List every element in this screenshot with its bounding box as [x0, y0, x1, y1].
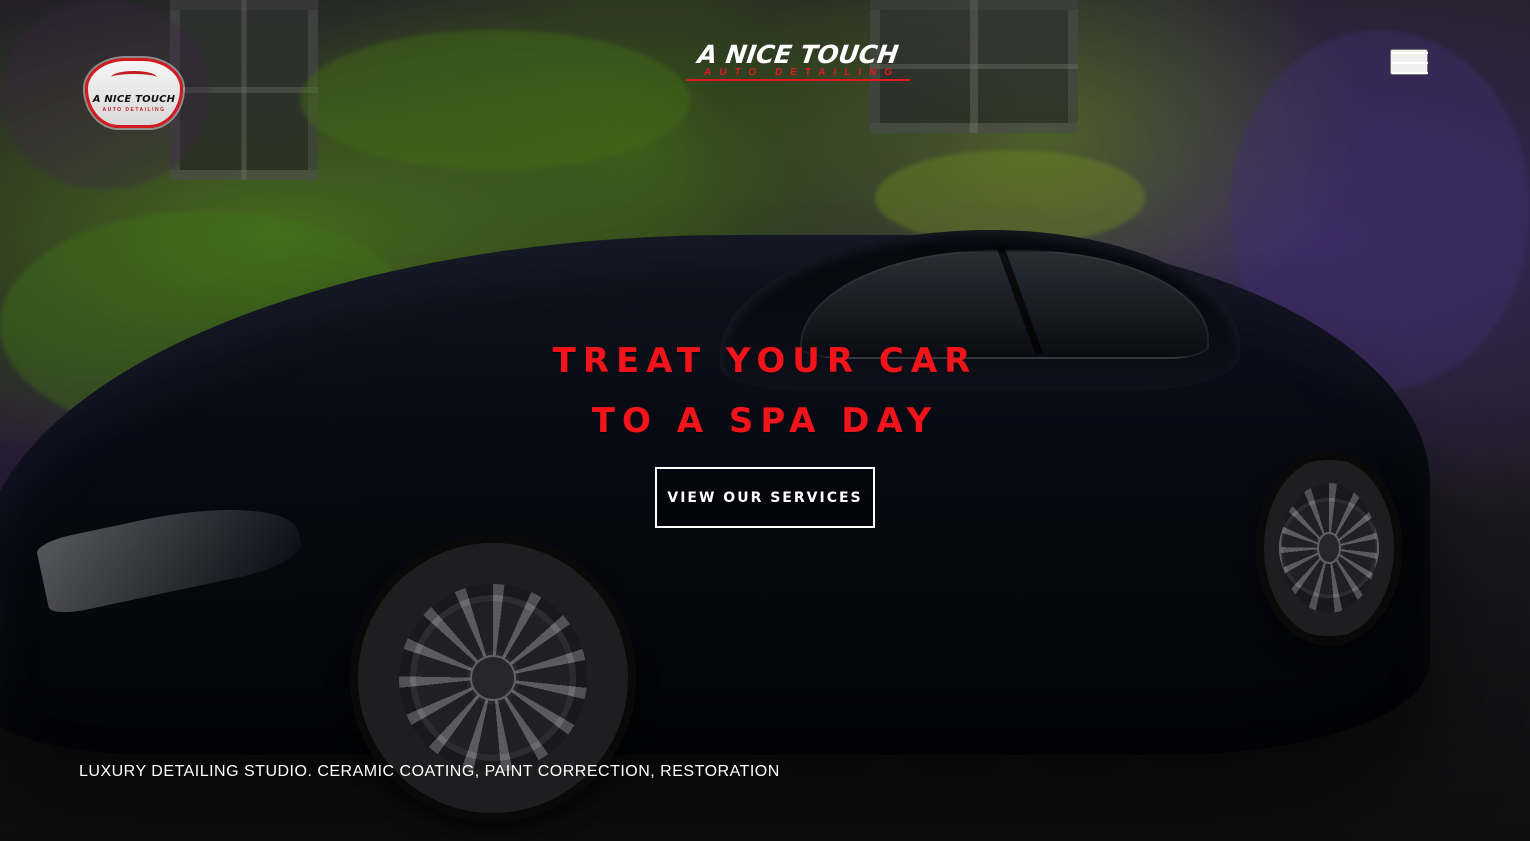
hero-headline-line-1: TREAT YOUR CAR	[552, 340, 978, 381]
menu-icon-line-bottom	[1392, 72, 1428, 74]
hero-tagline: LUXURY DETAILING STUDIO. CERAMIC COATING…	[79, 763, 780, 780]
logo-badge-title: A NICE TOUCH	[92, 93, 176, 105]
hamburger-menu-icon[interactable]	[1390, 49, 1428, 75]
site-logo-badge[interactable]: A NICE TOUCH AUTO DETAILING	[85, 58, 183, 128]
hero-headline: TREAT YOUR CAR TO A SPA DAY	[470, 331, 1060, 451]
logo-badge-subtitle: AUTO DETAILING	[102, 106, 166, 113]
menu-icon-line-top	[1392, 52, 1428, 54]
brand-subtitle: AUTO DETAILING	[703, 67, 901, 78]
hero-headline-line-2: TO A SPA DAY	[591, 400, 939, 441]
logo-car-icon	[111, 71, 157, 84]
brand-title: A NICE TOUCH	[695, 40, 901, 69]
view-services-button[interactable]: VIEW OUR SERVICES	[655, 467, 875, 528]
hero-section: A NICE TOUCH AUTO DETAILING A NICE TOUCH…	[0, 0, 1530, 841]
brand-underline	[685, 79, 911, 81]
menu-icon-line-middle	[1392, 62, 1428, 64]
site-brand-logo[interactable]: A NICE TOUCH AUTO DETAILING	[682, 40, 914, 81]
